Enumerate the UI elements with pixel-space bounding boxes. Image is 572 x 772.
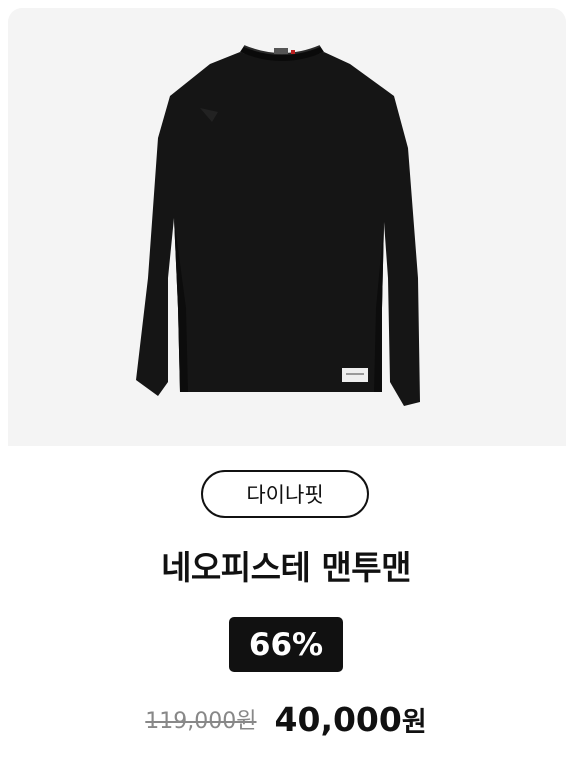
product-card[interactable]: 다이나핏 네오피스테 맨투맨 66% 119,000원 40,000원 <box>0 0 572 772</box>
sale-price-number: 40,000 <box>274 699 402 739</box>
product-name[interactable]: 네오피스테 맨투맨 <box>0 540 572 596</box>
product-image[interactable] <box>8 8 566 446</box>
brand-tag[interactable]: 다이나핏 <box>201 470 369 518</box>
sweatshirt-image <box>136 45 420 406</box>
discount-badge: 66% <box>229 617 343 672</box>
original-price: 119,000원 <box>145 709 257 734</box>
price-row: 119,000원 40,000원 <box>0 694 572 744</box>
sale-price: 40,000원 <box>275 700 427 739</box>
sale-price-unit: 원 <box>401 706 427 738</box>
